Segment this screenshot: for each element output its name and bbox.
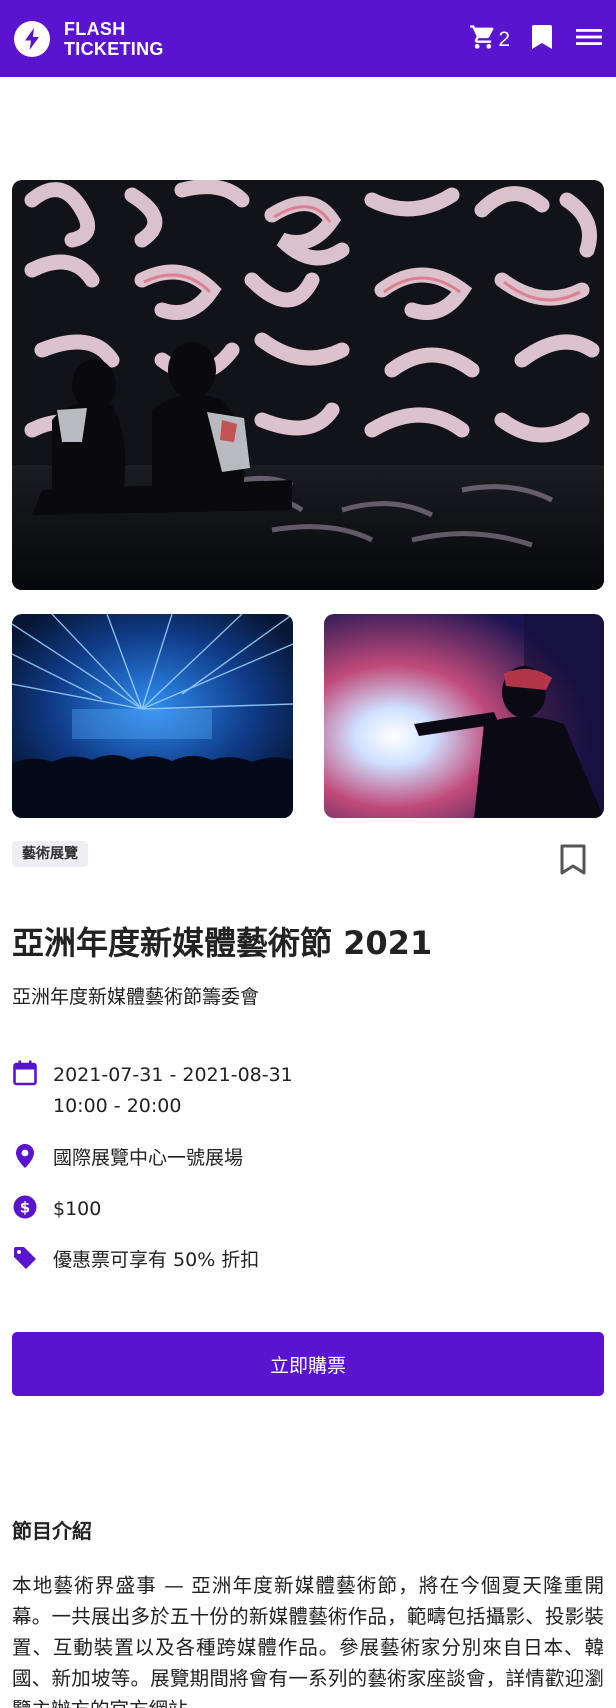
discount-row: 優惠票可享有 50% 折扣: [12, 1245, 259, 1276]
event-venue: 國際展覽中心一號展場: [53, 1147, 244, 1169]
bookmark-outline-icon: [558, 844, 588, 880]
cart-count-badge: 2: [498, 27, 510, 51]
header-actions: 2: [469, 23, 602, 55]
program-intro-heading: 節目介紹: [12, 1519, 92, 1543]
lightning-logo-icon[interactable]: [14, 20, 50, 57]
date-time-row: 2021-07-31 - 2021-08-31 10:00 - 20:00: [12, 1060, 293, 1122]
dollar-circle-icon: $: [12, 1194, 38, 1220]
event-discount: 優惠票可享有 50% 折扣: [53, 1249, 260, 1271]
menu-button[interactable]: [576, 27, 602, 51]
concert-laser-image[interactable]: [12, 614, 293, 818]
event-time-range: 10:00 - 20:00: [53, 1095, 182, 1117]
event-title: 亞洲年度新媒體藝術節 2021: [12, 924, 433, 962]
program-intro-text: 本地藝術界盛事 — 亞洲年度新媒體藝術節，將在今個夏天隆重開幕。一共展出多於五十…: [12, 1574, 604, 1708]
brand-line-2: TICKETING: [64, 38, 164, 59]
event-date-range: 2021-07-31 - 2021-08-31: [53, 1064, 293, 1086]
event-price: $100: [53, 1198, 102, 1220]
hero-image[interactable]: [12, 180, 604, 590]
brand-name[interactable]: FLASH TICKETING: [64, 19, 164, 59]
venue-row: 國際展覽中心一號展場: [12, 1143, 243, 1174]
top-navigation-bar: FLASH TICKETING 2: [0, 0, 616, 77]
brand-line-1: FLASH: [64, 18, 126, 39]
performer-light-image[interactable]: [324, 614, 604, 818]
cart-icon: [469, 23, 497, 55]
bookmark-icon: [532, 24, 552, 53]
price-row: $ $100: [12, 1194, 101, 1225]
bookmark-event-button[interactable]: [558, 844, 588, 880]
category-tag: 藝術展覽: [12, 841, 88, 867]
menu-icon: [576, 27, 602, 51]
calendar-icon: [12, 1060, 38, 1086]
price-tag-icon: [12, 1245, 38, 1271]
event-organizer: 亞洲年度新媒體藝術節籌委會: [12, 986, 260, 1008]
svg-text:$: $: [20, 1199, 30, 1217]
location-pin-icon: [12, 1143, 38, 1169]
buy-ticket-button[interactable]: 立即購票: [12, 1332, 604, 1396]
cart-button[interactable]: 2: [469, 23, 510, 55]
saved-events-button[interactable]: [532, 24, 552, 53]
